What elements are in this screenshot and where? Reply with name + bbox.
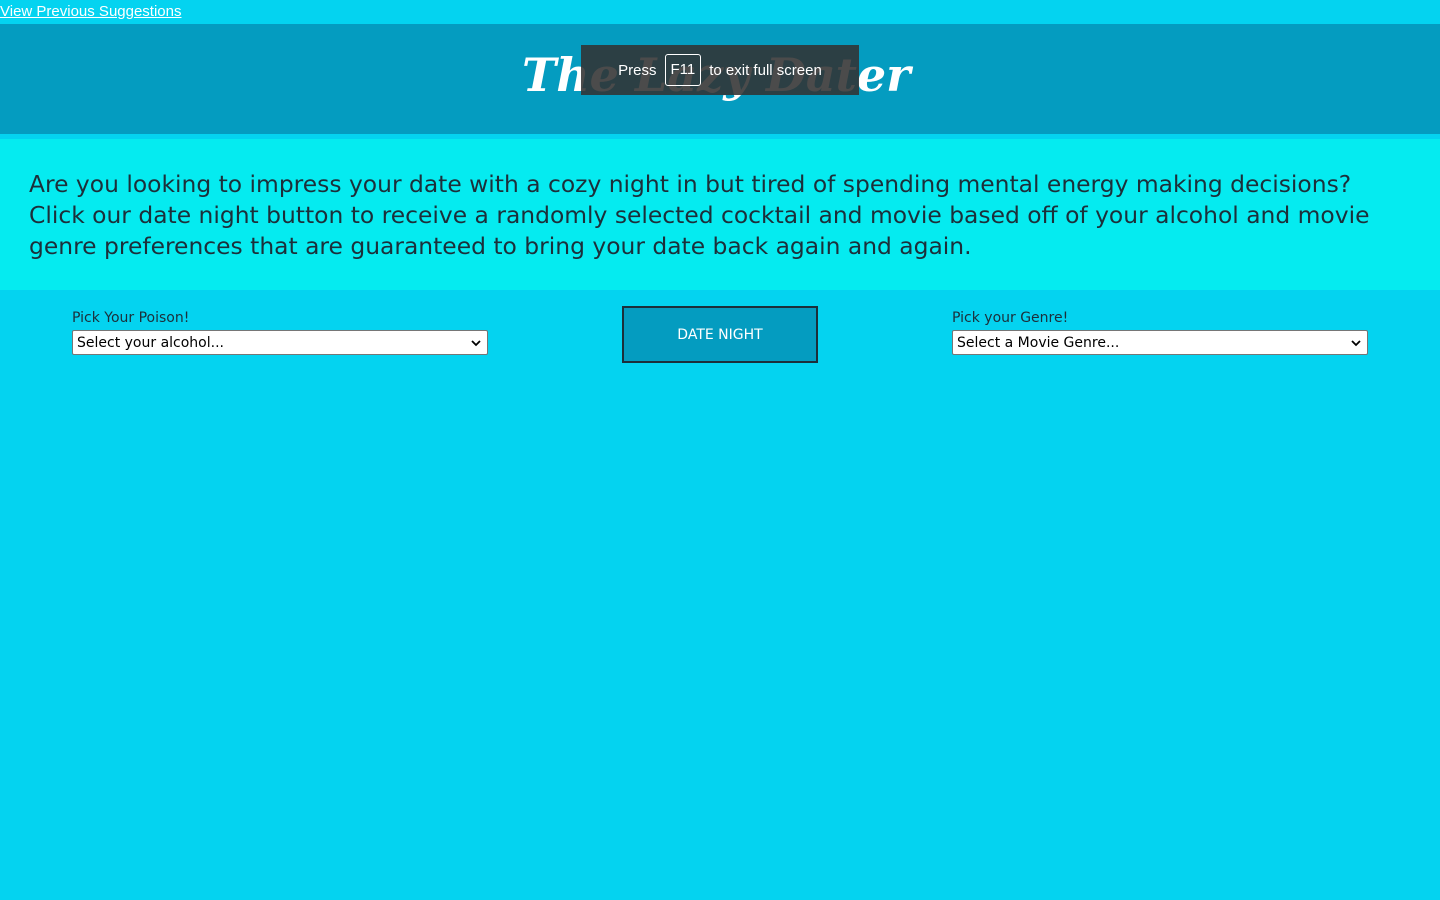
fullscreen-notice: Press F11 to exit full screen bbox=[581, 45, 859, 95]
chevron-down-icon bbox=[1351, 339, 1361, 346]
date-night-button[interactable]: DATE NIGHT bbox=[622, 306, 818, 363]
fullscreen-message: to exit full screen bbox=[709, 61, 822, 79]
genre-selected-value: Select a Movie Genre... bbox=[957, 334, 1120, 351]
view-previous-suggestions-link[interactable]: View Previous Suggestions bbox=[0, 2, 182, 22]
genre-select[interactable]: Select a Movie Genre... bbox=[952, 330, 1368, 355]
fullscreen-key: F11 bbox=[664, 54, 702, 86]
intro-text: Are you looking to impress your date wit… bbox=[29, 170, 1370, 260]
intro-section: Are you looking to impress your date wit… bbox=[0, 139, 1440, 290]
alcohol-selected-value: Select your alcohol... bbox=[77, 334, 224, 351]
genre-label: Pick your Genre! bbox=[952, 310, 1069, 326]
fullscreen-press-text: Press bbox=[618, 61, 657, 79]
alcohol-label: Pick Your Poison! bbox=[72, 310, 190, 326]
chevron-down-icon bbox=[471, 339, 481, 346]
alcohol-select[interactable]: Select your alcohol... bbox=[72, 330, 488, 355]
